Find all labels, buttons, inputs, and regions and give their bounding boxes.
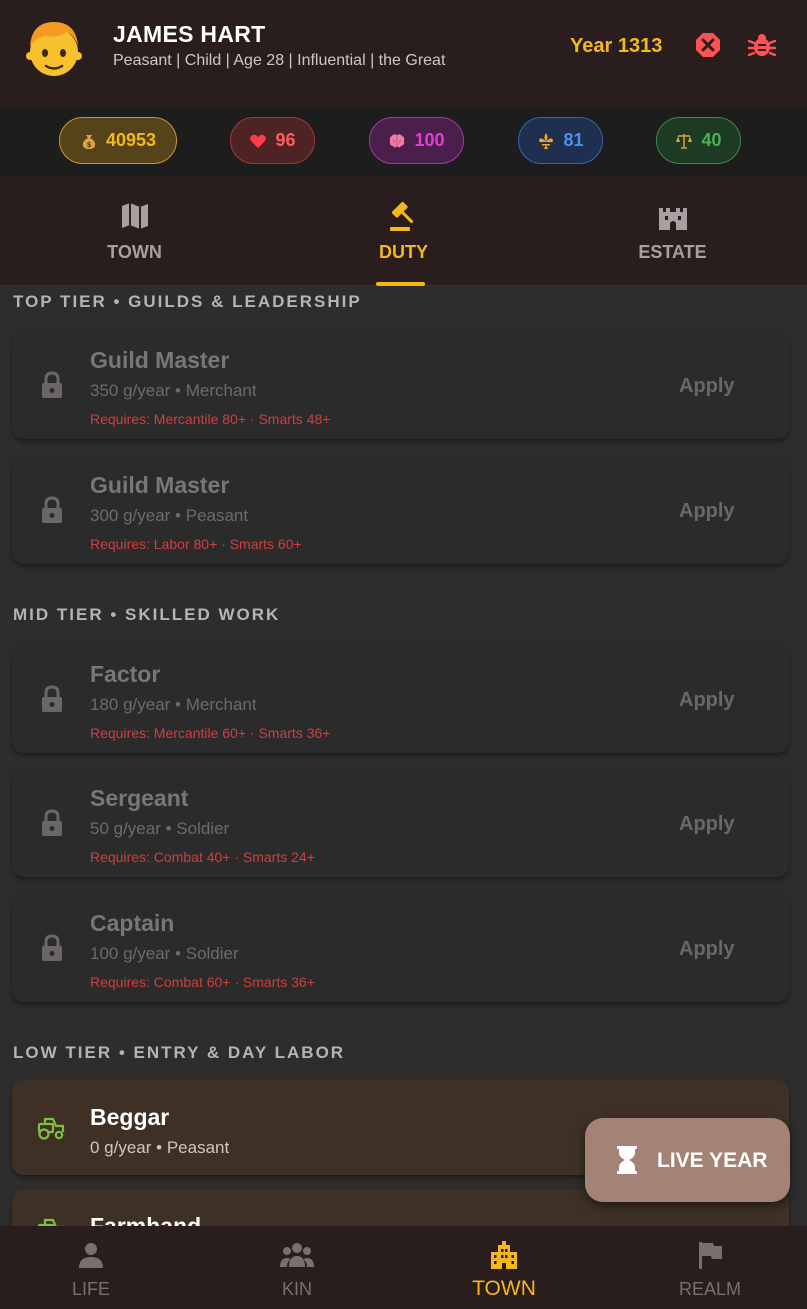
stat-money[interactable]: $ 40953	[59, 117, 177, 164]
tab-town-label: TOWN	[107, 242, 162, 262]
nav-life[interactable]: LIFE	[0, 1226, 192, 1309]
nav-town-label: TOWN	[472, 1277, 536, 1300]
lock-icon	[42, 934, 62, 961]
nav-kin-label: KIN	[281, 1279, 312, 1299]
job-pay: 100 g/year • Soldier	[90, 944, 239, 963]
live-year-label: LIVE YEAR	[657, 1149, 768, 1172]
job-requirements: Requires: Mercantile 60+ · Smarts 36+	[90, 725, 331, 741]
person-icon	[79, 1243, 103, 1268]
active-tab-indicator	[376, 282, 425, 286]
apply-button[interactable]: Apply	[679, 689, 735, 712]
job-card: Guild Master 300 g/year • Peasant Requir…	[12, 454, 789, 564]
bug-icon[interactable]	[748, 31, 776, 59]
nav-realm[interactable]: REALM	[609, 1226, 807, 1309]
apply-button[interactable]: Apply	[679, 375, 735, 398]
job-pay: 300 g/year • Peasant	[90, 506, 249, 525]
money-bag-icon: $	[82, 134, 96, 149]
job-requirements: Requires: Labor 80+ · Smarts 60+	[90, 536, 302, 552]
stat-justice[interactable]: 40	[656, 117, 741, 164]
tractor-icon	[37, 1117, 65, 1140]
tab-estate[interactable]: ESTATE	[538, 176, 807, 286]
nav-town[interactable]: TOWN	[403, 1226, 605, 1309]
nav-kin[interactable]: KIN	[196, 1226, 398, 1309]
job-card: Factor 180 g/year • Merchant Requires: M…	[12, 643, 789, 753]
job-requirements: Requires: Mercantile 80+ · Smarts 48+	[90, 411, 331, 427]
people-icon	[280, 1243, 314, 1267]
brain-icon	[390, 133, 405, 147]
apply-button[interactable]: Apply	[679, 938, 735, 961]
job-title: Guild Master	[90, 472, 230, 498]
stat-smarts-value: 100	[414, 130, 445, 150]
character-subtitle: Peasant | Child | Age 28 | Influential |…	[113, 52, 446, 69]
hourglass-icon	[617, 1146, 637, 1174]
tab-bar: TOWN DUTY ESTATE	[0, 176, 807, 286]
apply-button[interactable]: Apply	[679, 500, 735, 523]
stat-money-value: 40953	[105, 130, 157, 150]
svg-text:$: $	[87, 141, 92, 149]
lock-icon	[42, 496, 62, 523]
gavel-icon	[389, 201, 414, 231]
job-pay: 50 g/year • Soldier	[90, 819, 230, 838]
lock-icon	[42, 809, 62, 836]
nav-life-label: LIFE	[71, 1279, 110, 1299]
job-card: Sergeant 50 g/year • Soldier Requires: C…	[12, 767, 789, 877]
section-mid-tier: MID TIER • SKILLED WORK	[13, 605, 281, 624]
character-name: JAMES HART	[113, 21, 266, 47]
castle-icon	[658, 208, 687, 230]
apply-button[interactable]: Apply	[679, 813, 735, 836]
section-low-tier: LOW TIER • ENTRY & DAY LABOR	[13, 1043, 346, 1062]
nav-realm-label: REALM	[678, 1279, 741, 1299]
stat-smarts[interactable]: 100	[369, 117, 464, 164]
scales-icon	[676, 133, 693, 149]
stat-health-value: 96	[275, 130, 296, 150]
job-card: Guild Master 350 g/year • Merchant Requi…	[12, 329, 789, 439]
map-icon	[121, 203, 148, 229]
job-pay: 0 g/year • Peasant	[90, 1138, 230, 1157]
heart-icon	[250, 134, 267, 148]
job-pay: 180 g/year • Merchant	[90, 695, 257, 714]
header: JAMES HART Peasant | Child | Age 28 | In…	[0, 0, 807, 106]
job-pay: 350 g/year • Merchant	[90, 381, 257, 400]
stat-fame[interactable]: 81	[518, 117, 603, 164]
job-requirements: Requires: Combat 40+ · Smarts 24+	[90, 849, 315, 865]
stats-bar: $ 40953 96 100 81 40	[0, 106, 807, 176]
stat-fame-value: 81	[563, 130, 584, 150]
bottom-nav: LIFE KIN TOWN REALM	[0, 1226, 807, 1309]
live-year-button[interactable]: LIVE YEAR	[585, 1118, 790, 1202]
flag-icon	[699, 1242, 722, 1269]
job-title: Factor	[90, 661, 161, 687]
close-icon[interactable]	[694, 31, 722, 59]
lock-icon	[42, 371, 62, 398]
lock-icon	[42, 685, 62, 712]
job-requirements: Requires: Combat 60+ · Smarts 36+	[90, 974, 315, 990]
tab-town[interactable]: TOWN	[0, 176, 269, 286]
job-title: Sergeant	[90, 785, 189, 811]
tab-duty[interactable]: DUTY	[269, 176, 538, 286]
job-title: Beggar	[90, 1104, 170, 1130]
city-icon	[491, 1241, 517, 1269]
job-title: Captain	[90, 910, 175, 936]
stat-health[interactable]: 96	[230, 117, 315, 164]
stat-justice-value: 40	[701, 130, 722, 150]
tab-estate-label: ESTATE	[638, 242, 707, 262]
job-title: Guild Master	[90, 347, 230, 373]
year-label: Year 1313	[570, 35, 663, 57]
avatar[interactable]	[24, 16, 84, 82]
fleur-de-lis-icon	[539, 132, 554, 149]
tab-duty-label: DUTY	[379, 242, 428, 262]
section-top-tier: TOP TIER • GUILDS & LEADERSHIP	[13, 292, 362, 311]
job-card: Captain 100 g/year • Soldier Requires: C…	[12, 892, 789, 1002]
